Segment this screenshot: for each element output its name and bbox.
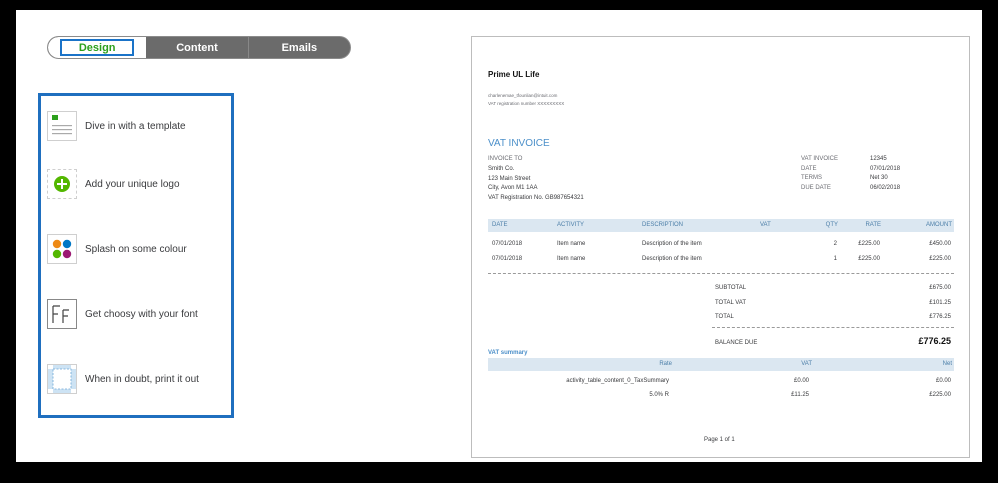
row-qty: 2: [833, 241, 837, 247]
vat-row-net: £225.00: [929, 392, 951, 398]
total-vat-value: £101.25: [929, 300, 951, 306]
subtotal-label: SUBTOTAL: [715, 285, 747, 291]
totals-divider: [712, 327, 954, 328]
items-table-header: DATE ACTIVITY DESCRIPTION VAT QTY RATE A…: [488, 219, 954, 232]
row-rate: £225.00: [858, 241, 880, 247]
invoice-title: VAT INVOICE: [488, 138, 550, 149]
tab-content[interactable]: Content: [146, 37, 249, 58]
col-qty: QTY: [825, 222, 838, 228]
row-amount: £450.00: [929, 241, 951, 247]
row-qty: 1: [833, 256, 837, 262]
invoice-to-label: INVOICE TO: [488, 156, 523, 162]
option-print[interactable]: When in doubt, print it out: [47, 363, 199, 395]
col-vat: VAT: [760, 222, 771, 228]
meta-value: 06/02/2018: [870, 185, 901, 191]
col-description: DESCRIPTION: [642, 222, 684, 228]
meta-value: Net 30: [870, 175, 888, 181]
vat-summary-title: VAT summary: [488, 350, 528, 356]
page-number: Page 1 of 1: [704, 437, 735, 443]
option-template[interactable]: Dive in with a template: [47, 110, 186, 142]
bill-to-line: City, Avon M1 1AA: [488, 185, 538, 191]
row-activity: Item name: [557, 256, 586, 262]
bill-to-line: Smith Co.: [488, 166, 515, 172]
vat-row-vat: £0.00: [793, 378, 809, 384]
tab-emails-label: Emails: [281, 41, 318, 54]
row-description: Description of the item: [642, 256, 702, 262]
meta-value: 07/01/2018: [870, 166, 901, 172]
company-name: Prime UL Life: [488, 70, 540, 79]
option-colour-label: Splash on some colour: [85, 243, 187, 255]
tab-design-label: Design: [60, 39, 135, 56]
col-date: DATE: [492, 222, 508, 228]
bill-to-line: VAT Registration No. GB987654321: [488, 195, 584, 201]
vat-row-rate: activity_table_content_0_TaxSummary: [566, 378, 669, 384]
vat-row-vat: £11.25: [791, 392, 809, 398]
tab-design[interactable]: Design: [48, 37, 147, 58]
vat-col-net: Net: [942, 361, 952, 367]
tab-emails[interactable]: Emails: [249, 37, 350, 58]
option-colour[interactable]: Splash on some colour: [47, 233, 187, 265]
vat-col-rate: Rate: [659, 361, 672, 367]
balance-due-value: £776.25: [918, 336, 951, 346]
row-date: 07/01/2018: [492, 241, 523, 247]
col-rate: RATE: [865, 222, 881, 228]
total-label: TOTAL: [715, 314, 734, 320]
row-date: 07/01/2018: [492, 256, 523, 262]
option-font[interactable]: Get choosy with your font: [47, 298, 198, 330]
meta-label: DATE: [801, 166, 817, 172]
print-margins-icon: [47, 364, 77, 394]
meta-value: 12345: [870, 156, 887, 162]
total-value: £776.25: [929, 314, 951, 320]
company-email: charlenemae_tfounlian@intuit.com: [488, 93, 558, 98]
invoice-preview: Prime UL Life charlenemae_tfounlian@intu…: [471, 36, 970, 458]
design-options-panel: Dive in with a template Add your unique …: [38, 93, 234, 418]
bill-to-line: 123 Main Street: [488, 176, 531, 182]
vat-row-rate: 5.0% R: [649, 392, 669, 398]
vat-summary-header: Rate VAT Net: [488, 358, 954, 371]
font-icon: [47, 299, 77, 329]
color-palette-icon: [47, 234, 77, 264]
items-divider: [488, 273, 954, 274]
subtotal-value: £675.00: [929, 285, 951, 291]
row-description: Description of the item: [642, 241, 702, 247]
option-font-label: Get choosy with your font: [85, 308, 198, 320]
add-logo-icon: [47, 169, 77, 199]
row-rate: £225.00: [858, 256, 880, 262]
col-activity: ACTIVITY: [557, 222, 585, 228]
vat-row-net: £0.00: [935, 378, 951, 384]
tab-bar: Design Content Emails: [47, 36, 351, 59]
balance-due-label: BALANCE DUE: [715, 340, 758, 346]
option-template-label: Dive in with a template: [85, 120, 186, 132]
option-logo[interactable]: Add your unique logo: [47, 168, 180, 200]
row-activity: Item name: [557, 241, 586, 247]
option-print-label: When in doubt, print it out: [85, 373, 199, 385]
tab-content-label: Content: [176, 41, 218, 54]
meta-label: VAT INVOICE: [801, 156, 839, 162]
meta-label: TERMS: [801, 175, 822, 181]
vat-col-vat: VAT: [801, 361, 812, 367]
template-icon: [47, 111, 77, 141]
total-vat-label: TOTAL VAT: [715, 300, 747, 306]
company-vat-reg: VAT registration number XXXXXXXXX: [488, 101, 565, 106]
col-amount: AMOUNT: [926, 222, 952, 228]
row-amount: £225.00: [929, 256, 951, 262]
option-logo-label: Add your unique logo: [85, 178, 180, 190]
meta-label: DUE DATE: [801, 185, 831, 191]
